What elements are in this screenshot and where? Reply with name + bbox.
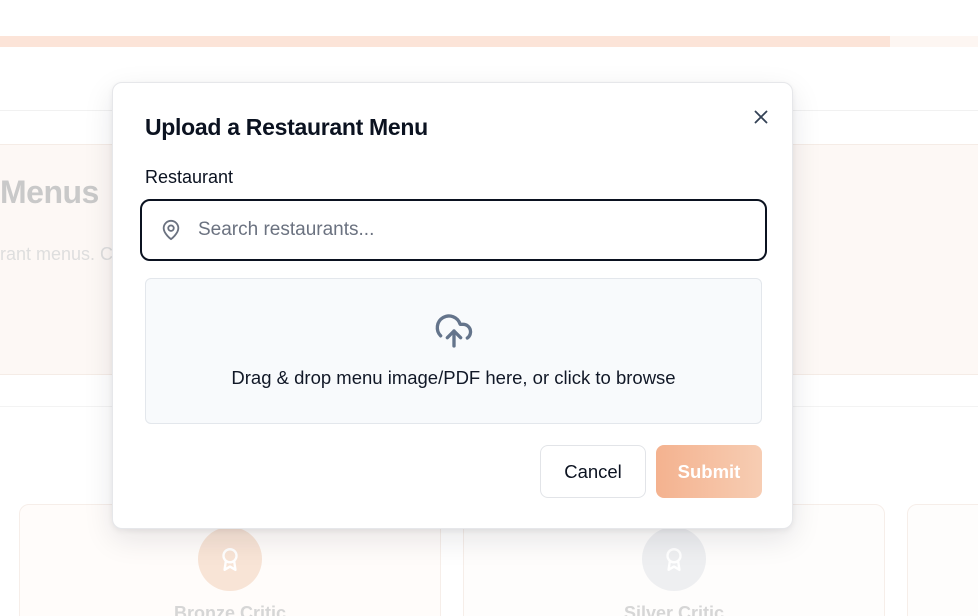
restaurant-search-field[interactable] — [140, 199, 767, 261]
restaurant-search-input[interactable] — [198, 209, 758, 251]
hero-title: Menus — [0, 174, 99, 210]
top-navbar — [0, 0, 978, 36]
badge-card-partial[interactable] — [907, 504, 978, 616]
menu-file-dropzone[interactable]: Drag & drop menu image/PDF here, or clic… — [145, 278, 762, 424]
hero-subtitle: rant menus. C — [0, 244, 114, 264]
cancel-button[interactable]: Cancel — [540, 445, 646, 498]
silver-badge — [642, 527, 706, 591]
page: Menus rant menus. C Bronze Critic Silver… — [0, 0, 978, 616]
close-button[interactable] — [747, 103, 775, 131]
submit-button[interactable]: Submit — [656, 445, 762, 498]
cloud-upload-icon — [435, 314, 473, 348]
award-icon — [666, 548, 682, 572]
bronze-badge — [198, 527, 262, 591]
close-icon — [754, 110, 768, 124]
badge-card-label: Bronze Critic — [173, 603, 287, 616]
dialog-title: Upload a Restaurant Menu — [145, 114, 428, 140]
progress-bar-fill — [0, 36, 890, 47]
map-pin-icon — [162, 219, 180, 241]
award-icon — [222, 548, 238, 572]
upload-menu-dialog: Upload a Restaurant Menu Restaurant Drag… — [112, 82, 793, 529]
badge-card-label: Silver Critic — [623, 603, 725, 616]
dropzone-instructions: Drag & drop menu image/PDF here, or clic… — [231, 367, 676, 388]
progress-bar — [0, 36, 978, 47]
restaurant-label: Restaurant — [145, 167, 234, 187]
